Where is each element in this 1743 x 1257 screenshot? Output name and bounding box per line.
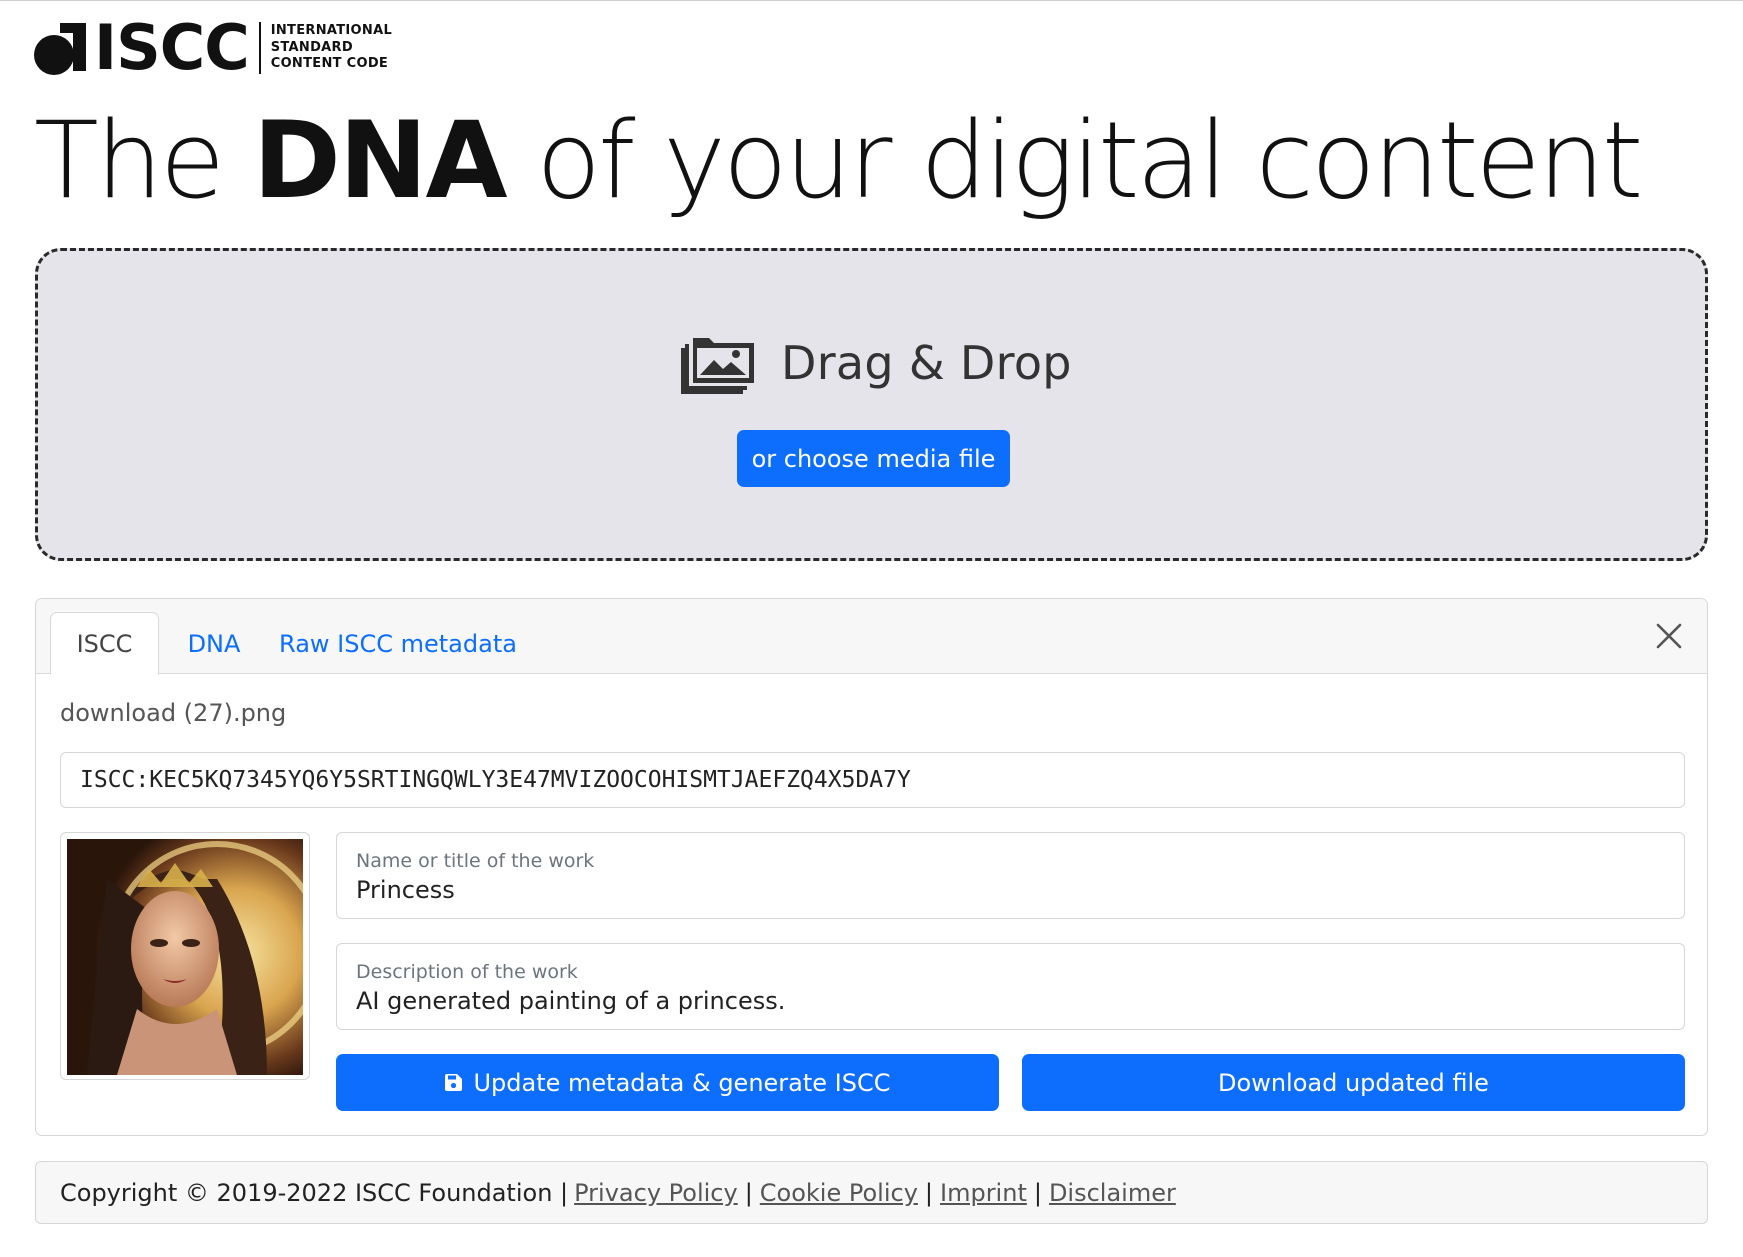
description-field-value[interactable]: AI generated painting of a princess. xyxy=(356,986,1665,1016)
logo-word: ISCC xyxy=(94,11,250,84)
footer-link-imprint[interactable]: Imprint xyxy=(940,1179,1027,1207)
dropzone-title: Drag & Drop xyxy=(681,331,1072,395)
close-icon[interactable] xyxy=(1653,620,1685,652)
update-metadata-button[interactable]: Update metadata & generate ISCC xyxy=(336,1054,999,1111)
iscc-logo-mark-icon xyxy=(34,21,92,75)
description-field[interactable]: Description of the work AI generated pai… xyxy=(336,943,1685,1030)
title-field-value[interactable]: Princess xyxy=(356,875,1665,905)
result-card: ISCC DNA Raw ISCC metadata download (27)… xyxy=(35,598,1708,1136)
logo-tagline: INTERNATIONAL STANDARD CONTENT CODE xyxy=(271,23,392,73)
image-thumbnail xyxy=(60,832,310,1080)
page: ISCC INTERNATIONAL STANDARD CONTENT CODE… xyxy=(0,0,1743,1257)
tab-dna[interactable]: DNA xyxy=(170,612,258,675)
download-file-button[interactable]: Download updated file xyxy=(1022,1054,1685,1111)
logo-tagline-line: CONTENT CODE xyxy=(270,56,389,72)
images-icon xyxy=(681,338,754,394)
footer-link-cookie[interactable]: Cookie Policy xyxy=(760,1179,918,1207)
footer-separator: | xyxy=(924,1178,933,1207)
dropzone-title-text: Drag & Drop xyxy=(781,336,1072,390)
save-icon xyxy=(445,1074,463,1091)
artwork-thumbnail-image xyxy=(67,839,303,1075)
headline-bold: DNA xyxy=(252,99,508,222)
tab-iscc[interactable]: ISCC xyxy=(50,612,159,675)
tab-raw-metadata[interactable]: Raw ISCC metadata xyxy=(278,612,518,675)
footer: Copyright © 2019-2022 ISCC Foundation | … xyxy=(35,1161,1708,1224)
update-metadata-label: Update metadata & generate ISCC xyxy=(473,1068,891,1097)
headline-part2: of your digital content xyxy=(505,99,1643,222)
file-name: download (27).png xyxy=(60,699,287,727)
iscc-code-field[interactable]: ISCC:KEC5KQ7345YQ6Y5SRTINGQWLY3E47MVIZOO… xyxy=(60,752,1685,808)
footer-separator: | xyxy=(1033,1178,1042,1207)
logo-tagline-line: STANDARD xyxy=(270,39,353,55)
title-field-label: Name or title of the work xyxy=(356,850,595,872)
choose-file-button[interactable]: or choose media file xyxy=(737,430,1010,487)
logo-divider xyxy=(258,22,261,74)
footer-separator: | xyxy=(744,1178,753,1207)
headline-part1: The xyxy=(34,99,253,222)
card-header: ISCC DNA Raw ISCC metadata xyxy=(36,599,1707,675)
iscc-logo[interactable]: ISCC INTERNATIONAL STANDARD CONTENT CODE xyxy=(34,11,392,84)
footer-copyright: Copyright © 2019-2022 ISCC Foundation | xyxy=(60,1178,569,1207)
footer-link-disclaimer[interactable]: Disclaimer xyxy=(1049,1179,1176,1207)
logo-tagline-line: INTERNATIONAL xyxy=(270,23,393,39)
description-field-label: Description of the work xyxy=(356,961,578,983)
title-field[interactable]: Name or title of the work Princess xyxy=(336,832,1685,919)
footer-link-privacy[interactable]: Privacy Policy xyxy=(574,1179,738,1207)
file-dropzone[interactable]: Drag & Drop or choose media file xyxy=(35,248,1708,561)
page-headline: The DNA of your digital content xyxy=(34,99,1643,223)
